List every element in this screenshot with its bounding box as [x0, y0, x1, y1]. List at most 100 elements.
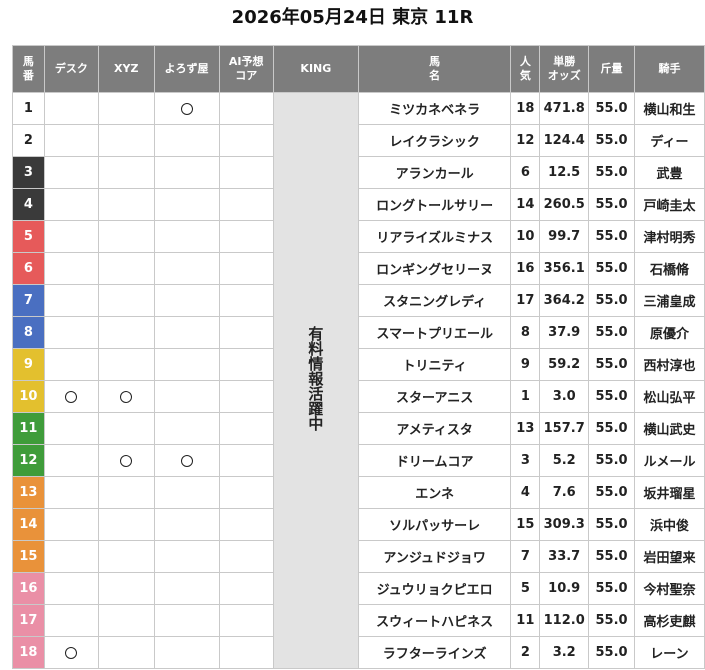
horse-number: 10: [12, 380, 45, 413]
jockey-name: 石橋脩: [633, 252, 705, 285]
desk-mark-cell: [43, 636, 100, 669]
ai-mark-cell: [218, 124, 274, 157]
carried-weight: 55.0: [588, 124, 635, 157]
xyz-mark-cell: [98, 572, 155, 605]
header-num: 馬 番: [12, 45, 45, 93]
jockey-name: 西村淳也: [633, 348, 705, 381]
win-odds: 309.3: [539, 508, 590, 541]
carried-weight: 55.0: [588, 476, 635, 509]
popularity: 8: [510, 316, 541, 349]
win-odds: 157.7: [539, 412, 590, 445]
table-row: 3 アランカール 6 12.5 55.0 武豊: [12, 156, 705, 189]
circle-mark-icon: [120, 454, 133, 467]
xyz-mark-cell: [98, 284, 155, 317]
horse-name: アランカール: [357, 156, 512, 189]
popularity: 5: [510, 572, 541, 605]
jockey-name: 原優介: [633, 316, 705, 349]
header-xyz: XYZ: [98, 45, 155, 93]
horse-number: 12: [12, 444, 45, 477]
horse-number: 16: [12, 572, 45, 605]
xyz-mark-cell: [98, 476, 155, 509]
horse-number: 6: [12, 252, 45, 285]
jockey-name: 横山武史: [633, 412, 705, 445]
carried-weight: 55.0: [588, 444, 635, 477]
ai-mark-cell: [218, 444, 274, 477]
jockey-name: 戸崎圭太: [633, 188, 705, 221]
table-row: 16 ジュウリョクピエロ 5 10.9 55.0 今村聖奈: [12, 572, 705, 605]
popularity: 12: [510, 124, 541, 157]
popularity: 16: [510, 252, 541, 285]
table-row: 11 アメティスタ 13 157.7 55.0 横山武史: [12, 412, 705, 445]
desk-mark-cell: [43, 572, 100, 605]
horse-number: 17: [12, 604, 45, 637]
desk-mark-cell: [43, 540, 100, 573]
horse-number: 18: [12, 636, 45, 669]
popularity: 4: [510, 476, 541, 509]
horse-number: 3: [12, 156, 45, 189]
jockey-name: レーン: [633, 636, 705, 669]
popularity: 11: [510, 604, 541, 637]
jockey-name: 武豊: [633, 156, 705, 189]
desk-mark-cell: [43, 252, 100, 285]
win-odds: 12.5: [539, 156, 590, 189]
horse-number: 2: [12, 124, 45, 157]
yorozuya-mark-cell: [153, 348, 220, 381]
win-odds: 3.2: [539, 636, 590, 669]
yorozuya-mark-cell: [153, 124, 220, 157]
jockey-name: ディー: [633, 124, 705, 157]
horse-name: ジュウリョクピエロ: [357, 572, 512, 605]
carried-weight: 55.0: [588, 604, 635, 637]
header-king: KING: [272, 45, 359, 93]
win-odds: 33.7: [539, 540, 590, 573]
popularity: 17: [510, 284, 541, 317]
king-premium-label: 有料情報活躍中: [306, 326, 325, 431]
xyz-mark-cell: [98, 540, 155, 573]
xyz-mark-cell: [98, 444, 155, 477]
horse-number: 15: [12, 540, 45, 573]
header-ai: AI予想 コア: [218, 45, 274, 93]
desk-mark-cell: [43, 412, 100, 445]
win-odds: 356.1: [539, 252, 590, 285]
popularity: 15: [510, 508, 541, 541]
xyz-mark-cell: [98, 380, 155, 413]
circle-mark-icon: [65, 390, 78, 403]
xyz-mark-cell: [98, 508, 155, 541]
win-odds: 3.0: [539, 380, 590, 413]
table-row: 13 エンネ 4 7.6 55.0 坂井瑠星: [12, 476, 705, 509]
header-horse: 馬 名: [357, 45, 512, 93]
jockey-name: 坂井瑠星: [633, 476, 705, 509]
header-weight: 斤量: [588, 45, 635, 93]
yorozuya-mark-cell: [153, 188, 220, 221]
xyz-mark-cell: [98, 604, 155, 637]
carried-weight: 55.0: [588, 572, 635, 605]
horse-name: ロングトールサリー: [357, 188, 512, 221]
jockey-name: 松山弘平: [633, 380, 705, 413]
table-row: 5 リアライズルミナス 10 99.7 55.0 津村明秀: [12, 220, 705, 253]
header-jockey: 騎手: [633, 45, 705, 93]
jockey-name: 津村明秀: [633, 220, 705, 253]
xyz-mark-cell: [98, 156, 155, 189]
horse-name: アメティスタ: [357, 412, 512, 445]
table-row: 10 スターアニス 1 3.0 55.0 松山弘平: [12, 380, 705, 413]
horse-number: 8: [12, 316, 45, 349]
yorozuya-mark-cell: [153, 540, 220, 573]
carried-weight: 55.0: [588, 284, 635, 317]
table-row: 12 ドリームコア 3 5.2 55.0 ルメール: [12, 444, 705, 477]
table-row: 15 アンジュドジョワ 7 33.7 55.0 岩田望来: [12, 540, 705, 573]
header-desk: デスク: [43, 45, 100, 93]
win-odds: 10.9: [539, 572, 590, 605]
horse-number: 11: [12, 412, 45, 445]
win-odds: 364.2: [539, 284, 590, 317]
yorozuya-mark-cell: [153, 444, 220, 477]
win-odds: 7.6: [539, 476, 590, 509]
popularity: 3: [510, 444, 541, 477]
horse-name: スマートプリエール: [357, 316, 512, 349]
ai-mark-cell: [218, 380, 274, 413]
horse-number: 5: [12, 220, 45, 253]
horse-name: スタニングレディ: [357, 284, 512, 317]
desk-mark-cell: [43, 380, 100, 413]
xyz-mark-cell: [98, 636, 155, 669]
ai-mark-cell: [218, 412, 274, 445]
win-odds: 5.2: [539, 444, 590, 477]
yorozuya-mark-cell: [153, 572, 220, 605]
